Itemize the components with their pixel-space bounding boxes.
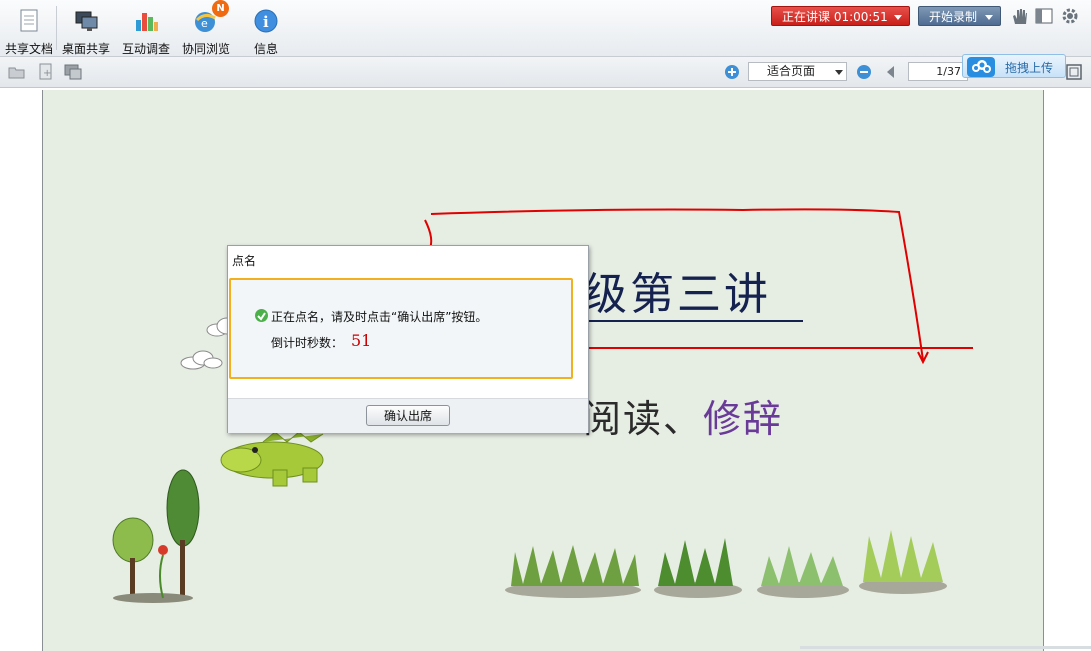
co-browse-button[interactable]: e N 协同浏览 [177, 0, 235, 56]
bar-chart-icon [133, 8, 159, 34]
slide-subtitle-part1: 阅读、 [583, 397, 704, 441]
new-badge: N [212, 0, 229, 17]
previous-page-icon[interactable] [884, 64, 902, 82]
zoom-in-icon[interactable] [724, 64, 742, 82]
dialog-title: 点名 [232, 254, 257, 268]
interactive-survey-label: 互动调查 [121, 42, 170, 56]
check-circle-icon [255, 309, 268, 322]
svg-text:i: i [263, 13, 269, 31]
hand-icon[interactable] [1010, 7, 1028, 25]
chevron-down-icon [835, 70, 843, 75]
zoom-out-icon[interactable] [856, 64, 874, 82]
start-recording-button[interactable]: 开始录制 [918, 6, 1001, 26]
gear-icon[interactable] [1061, 7, 1079, 25]
dialog-body: 正在点名，请及时点击“确认出席”按钮。 倒计时秒数： 51 [229, 278, 573, 379]
interactive-survey-button[interactable]: 互动调查 [117, 6, 175, 56]
svg-text:+: + [43, 68, 51, 79]
svg-text:e: e [201, 17, 208, 30]
dialog-footer: 确认出席 [228, 398, 588, 433]
confirm-attendance-button[interactable]: 确认出席 [366, 405, 450, 426]
crocodile-illustration [220, 431, 324, 487]
co-browse-label: 协同浏览 [181, 42, 230, 56]
info-label: 信息 [253, 42, 278, 56]
info-button[interactable]: i 信息 [237, 6, 295, 56]
start-recording-label: 开始录制 [929, 10, 978, 24]
document-icon [16, 8, 42, 34]
countdown-value: 51 [351, 331, 372, 350]
open-folder-icon[interactable] [8, 63, 26, 81]
slide-title: 级第三讲 [583, 269, 771, 320]
slide-subtitle: 阅读、修辞 [583, 388, 783, 443]
live-status-button[interactable]: 正在讲课 01:00:51 [771, 6, 910, 26]
countdown-label: 倒计时秒数： [271, 336, 344, 350]
main-toolbar: 共享文档 桌面共享 互动调查 e N 协同浏览 i 信息 正在讲课 01:00:… [0, 0, 1091, 57]
browser-icon: e N [193, 0, 229, 34]
screen-capture-icon[interactable] [64, 63, 82, 81]
desktop-share-label: 桌面共享 [61, 42, 110, 56]
live-status-text: 正在讲课 01:00:51 [782, 10, 888, 24]
share-document-label: 共享文档 [4, 42, 53, 56]
fullscreen-icon[interactable] [1065, 63, 1083, 81]
info-icon: i [253, 8, 279, 34]
slide-subtitle-part2: 修辞 [703, 397, 784, 441]
monitor-icon [73, 8, 99, 34]
layout-icon[interactable] [1035, 7, 1053, 25]
cloud-upload-icon [967, 57, 995, 77]
new-page-icon[interactable]: + [37, 63, 55, 81]
page-indicator[interactable]: 1/37 [908, 62, 968, 81]
chevron-down-icon [894, 15, 902, 20]
dialog-message: 正在点名，请及时点击“确认出席”按钮。 [271, 310, 488, 324]
zoom-select-value: 适合页面 [767, 64, 816, 78]
drag-upload-button[interactable]: 拖拽上传 [962, 54, 1066, 78]
chevron-down-icon [985, 15, 993, 20]
tree-illustration [112, 469, 200, 603]
roll-call-dialog: 点名 正在点名，请及时点击“确认出席”按钮。 倒计时秒数： 51 确认出席 [227, 245, 589, 433]
grass-illustration [505, 530, 947, 598]
desktop-share-button[interactable]: 桌面共享 [57, 6, 115, 56]
share-document-button[interactable]: 共享文档 [0, 6, 58, 56]
drag-upload-label: 拖拽上传 [1005, 61, 1054, 75]
document-toolbar: + 适合页面 1/37 [0, 57, 1091, 88]
zoom-select[interactable]: 适合页面 [748, 62, 847, 81]
